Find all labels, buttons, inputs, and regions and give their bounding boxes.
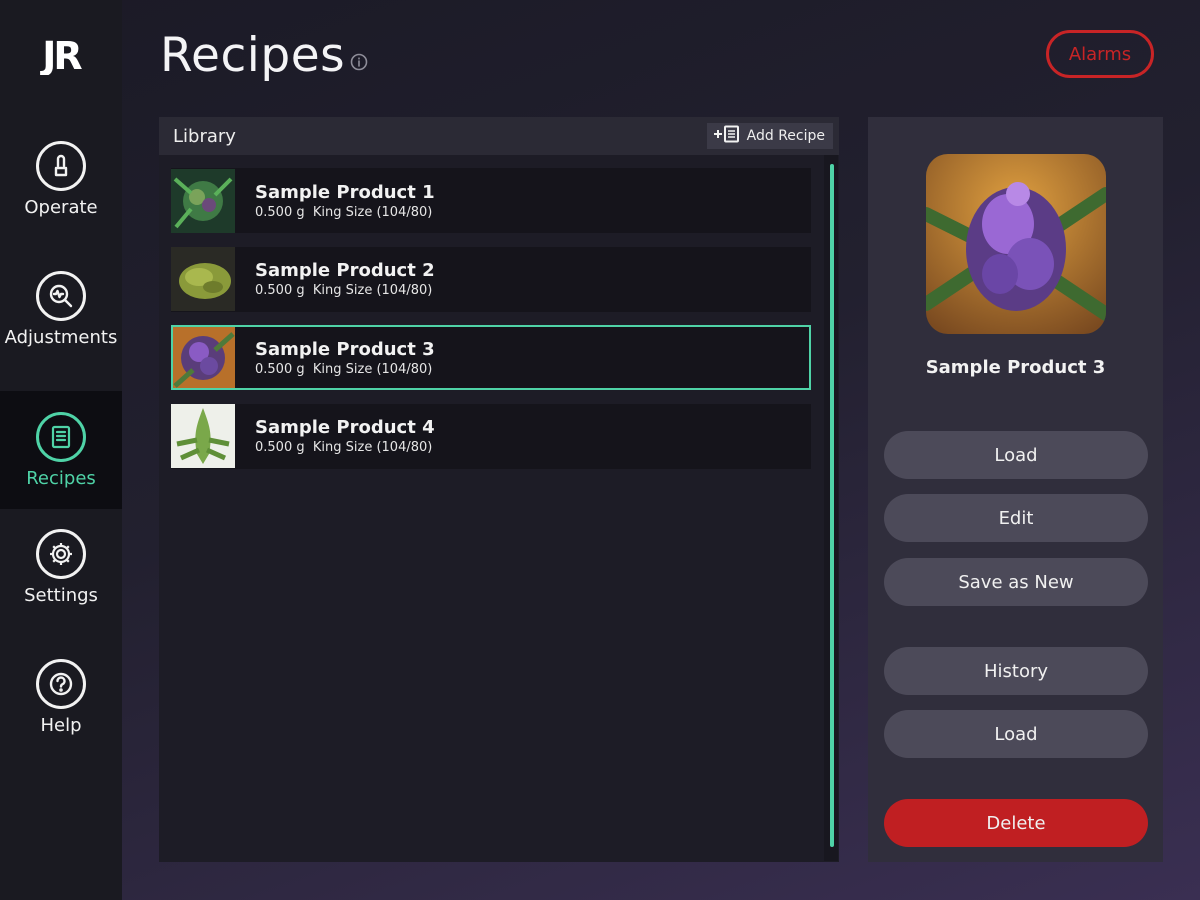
product-thumbnail [171,325,235,390]
list-item[interactable]: Sample Product 2 0.500 g King Size (104/… [171,246,811,312]
library-title: Library [173,125,236,147]
product-details: 0.500 g King Size (104/80) [255,283,435,298]
product-details: 0.500 g King Size (104/80) [255,362,435,377]
product-name: Sample Product 4 [255,417,435,438]
product-weight: 0.500 g [255,204,305,220]
product-image [926,154,1106,334]
product-size: King Size (104/80) [312,440,433,455]
sidebar-item-recipes[interactable]: Recipes [0,391,122,509]
product-weight: 0.500 g [255,283,305,298]
list-item[interactable]: Sample Product 1 0.500 g King Size (104/… [171,168,811,233]
operate-hand-icon [36,140,86,191]
load-button[interactable]: Load [884,431,1148,479]
sidebar-item-label: Help [40,714,82,736]
product-thumbnail [171,404,235,468]
add-recipe-label: Add Recipe [746,128,825,144]
sidebar: JR Operate Adjustments Recipes Settings … [0,0,122,900]
question-icon [36,658,86,709]
load-secondary-button[interactable]: Load [884,710,1148,758]
adjustments-magnifier-icon [36,270,86,321]
sidebar-item-settings[interactable]: Settings [0,508,122,626]
page-title: Recipes [160,28,346,83]
library-header: Library Add Recipe [159,117,839,155]
history-button[interactable]: History [884,647,1148,695]
product-thumbnail [171,168,235,233]
scrollbar-thumb[interactable] [830,164,834,847]
product-name: Sample Product 1 [255,181,435,203]
product-details: 0.500 g King Size (104/80) [255,440,435,455]
recipes-list-icon [36,411,86,462]
add-recipe-icon [713,125,741,147]
selected-product-name: Sample Product 3 [925,357,1106,378]
recipe-detail-panel: Sample Product 3 Load Edit Save as New H… [868,117,1163,862]
sidebar-item-help[interactable]: Help [0,638,122,756]
sidebar-item-label: Adjustments [4,326,118,348]
product-size: King Size (104/80) [312,361,433,377]
alarms-button[interactable]: Alarms [1046,30,1154,78]
list-item-selected[interactable]: Sample Product 3 0.500 g King Size (104/… [171,325,811,390]
product-thumbnail [171,247,235,311]
sidebar-item-label: Recipes [26,467,96,489]
sidebar-item-operate[interactable]: Operate [0,120,122,238]
sidebar-item-label: Settings [24,584,98,606]
add-recipe-button[interactable]: Add Recipe [706,123,833,149]
gear-icon [36,528,86,579]
edit-button[interactable]: Edit [884,494,1148,542]
sidebar-item-label: Operate [24,196,98,218]
library-panel: Library Add Recipe Sample Product 1 0.50… [159,117,839,862]
product-details: 0.500 g King Size (104/80) [255,205,435,220]
product-weight: 0.500 g [255,361,305,377]
svg-text:JR: JR [39,35,82,75]
list-item[interactable]: Sample Product 4 0.500 g King Size (104/… [171,403,811,469]
product-size: King Size (104/80) [312,204,433,220]
delete-button[interactable]: Delete [884,799,1148,847]
info-icon[interactable] [350,53,368,71]
jr-logo: JR [0,30,122,80]
sidebar-item-adjustments[interactable]: Adjustments [0,250,122,368]
product-name: Sample Product 2 [255,260,435,281]
product-name: Sample Product 3 [255,338,435,360]
save-as-new-button[interactable]: Save as New [884,558,1148,606]
recipe-list: Sample Product 1 0.500 g King Size (104/… [171,168,811,482]
product-weight: 0.500 g [255,440,305,455]
product-size: King Size (104/80) [312,283,433,298]
